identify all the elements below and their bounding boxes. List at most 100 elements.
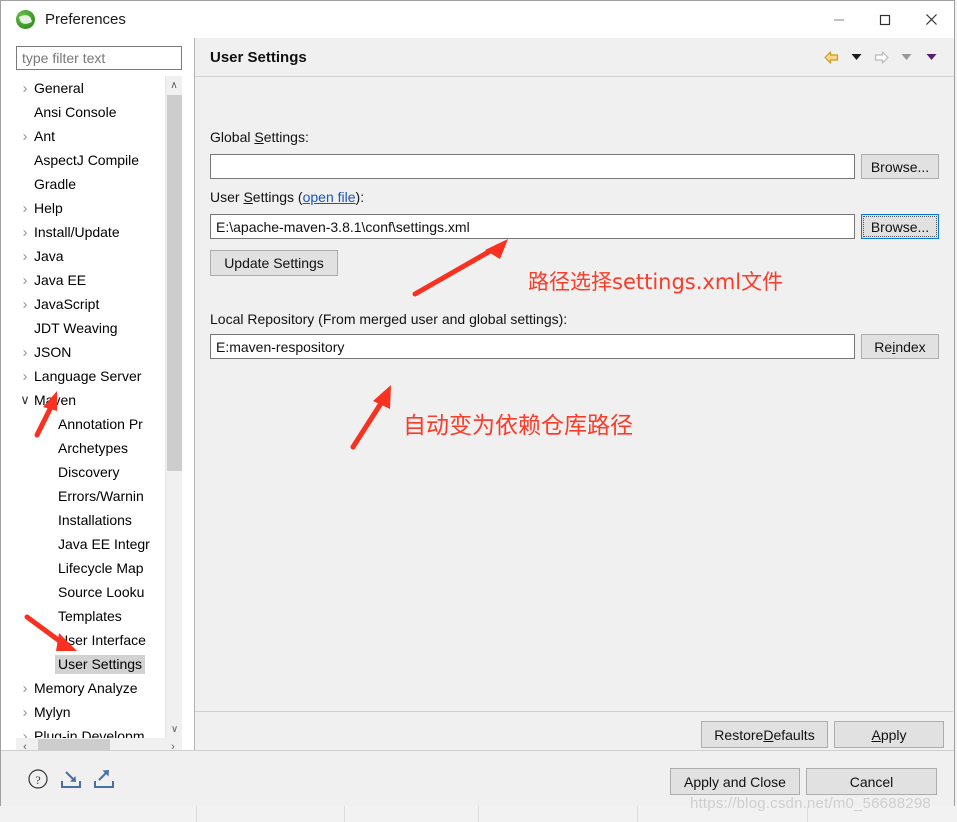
minimize-icon[interactable]	[816, 1, 862, 38]
view-menu-icon[interactable]	[920, 45, 942, 69]
local-repository-label: Local Repository (From merged user and g…	[210, 311, 568, 327]
chevron-right-icon[interactable]: ›	[16, 272, 34, 289]
sidebar-item-aspectj-compile[interactable]: AspectJ Compile	[16, 148, 165, 172]
chevron-right-icon[interactable]: ›	[16, 128, 34, 145]
chevron-right-icon[interactable]: ›	[16, 200, 34, 217]
sidebar-item-jdt-weaving[interactable]: JDT Weaving	[16, 316, 165, 340]
export-icon[interactable]	[91, 766, 117, 792]
update-settings-button[interactable]: Update Settings	[210, 250, 338, 276]
sidebar-item-lifecycle-map[interactable]: Lifecycle Map	[16, 556, 165, 580]
apply-and-close-button[interactable]: Apply and Close	[670, 768, 800, 795]
sidebar-item-label: Annotation Pr	[58, 416, 143, 432]
user-settings-label: User Settings (open file):	[210, 189, 365, 205]
sidebar-item-json[interactable]: › JSON	[16, 340, 165, 364]
chevron-right-icon[interactable]: ›	[16, 704, 34, 721]
sidebar-item-maven[interactable]: ∨ Maven	[16, 388, 165, 412]
sidebar-item-install-update[interactable]: › Install/Update	[16, 220, 165, 244]
sidebar-item-label: AspectJ Compile	[34, 152, 140, 168]
sidebar-item-discovery[interactable]: Discovery	[16, 460, 165, 484]
sidebar-item-label: JDT Weaving	[34, 320, 118, 336]
chevron-right-icon[interactable]: ›	[16, 368, 34, 385]
sidebar-item-label: Memory Analyze	[34, 680, 138, 696]
sidebar-item-label: Help	[34, 200, 63, 216]
import-icon[interactable]	[58, 766, 84, 792]
sidebar-item-java-ee-integr[interactable]: Java EE Integr	[16, 532, 165, 556]
page-action-buttons: Restore Defaults Apply	[195, 712, 953, 750]
sidebar-item-label: Plug-in Developm	[34, 728, 145, 738]
sidebar-item-label: Errors/Warnin	[58, 488, 144, 504]
reindex-button[interactable]: Re i ndex	[861, 334, 939, 359]
filter-placeholder: type filter text	[22, 50, 106, 66]
title-bar: Preferences	[1, 1, 954, 38]
sidebar-item-installations[interactable]: Installations	[16, 508, 165, 532]
global-settings-input[interactable]	[210, 154, 855, 179]
apply-button[interactable]: Apply	[834, 721, 944, 748]
user-settings-browse-button[interactable]: Browse...	[861, 214, 939, 239]
sidebar-item-label: JavaScript	[34, 296, 100, 312]
sidebar-item-label: Java EE	[34, 272, 87, 288]
watermark: https://blog.csdn.net/m0_56688298	[690, 795, 931, 812]
back-arrow-icon[interactable]	[820, 45, 842, 69]
filter-input[interactable]: type filter text	[16, 46, 182, 70]
chevron-right-icon[interactable]: ›	[16, 344, 34, 361]
sidebar-item-label: Gradle	[34, 176, 77, 192]
help-icon[interactable]: ?	[25, 766, 51, 792]
vscroll-thumb[interactable]	[167, 95, 182, 471]
sidebar-item-general[interactable]: › General	[16, 76, 165, 100]
chevron-right-icon[interactable]: ›	[16, 80, 34, 97]
sidebar-item-help[interactable]: › Help	[16, 196, 165, 220]
sidebar-item-java[interactable]: › Java	[16, 244, 165, 268]
cancel-button[interactable]: Cancel	[806, 768, 937, 795]
sidebar-item-label: Templates	[58, 608, 122, 624]
forward-arrow-icon	[870, 45, 892, 69]
maximize-icon[interactable]	[862, 1, 908, 38]
sidebar-item-label: User Interface	[58, 632, 146, 648]
tree-list[interactable]: › General Ansi Console › Ant AspectJ Compile G…	[16, 76, 165, 738]
chevron-right-icon[interactable]: ›	[16, 248, 34, 265]
chevron-right-icon[interactable]: ›	[16, 224, 34, 241]
chevron-right-icon[interactable]: ›	[16, 728, 34, 739]
chevron-down-icon[interactable]: ∨	[16, 392, 34, 408]
sidebar-item-source-looku[interactable]: Source Looku	[16, 580, 165, 604]
sidebar-item-java-ee[interactable]: › Java EE	[16, 268, 165, 292]
global-settings-browse-button[interactable]: Browse...	[861, 154, 939, 179]
navigation-icons	[820, 38, 942, 76]
preferences-dialog: Preferences type filter text › General Ans…	[0, 0, 955, 806]
local-repository-input[interactable]: E:maven-respository	[210, 334, 855, 359]
window-controls	[816, 1, 954, 38]
sidebar-item-errors-warnin[interactable]: Errors/Warnin	[16, 484, 165, 508]
sidebar-item-archetypes[interactable]: Archetypes	[16, 436, 165, 460]
content-panel: User Settings Global Settings: Browse...…	[194, 38, 954, 750]
open-file-link[interactable]: open file	[303, 189, 356, 205]
content-header: User Settings	[195, 38, 954, 77]
sidebar-item-templates[interactable]: Templates	[16, 604, 165, 628]
sidebar-item-label: JSON	[34, 344, 72, 360]
sidebar-item-gradle[interactable]: Gradle	[16, 172, 165, 196]
chevron-right-icon[interactable]: ›	[16, 680, 34, 697]
close-icon[interactable]	[908, 1, 954, 38]
sidebar-item-language-server[interactable]: › Language Server	[16, 364, 165, 388]
scroll-up-icon[interactable]: ∧	[166, 76, 182, 94]
svg-text:?: ?	[35, 773, 40, 787]
sidebar-item-user-interface[interactable]: User Interface	[16, 628, 165, 652]
chevron-right-icon[interactable]: ›	[16, 296, 34, 313]
scroll-down-icon[interactable]: ∨	[166, 720, 183, 738]
user-settings-input[interactable]: E:\apache-maven-3.8.1\conf\settings.xml	[210, 214, 855, 239]
sidebar-item-javascript[interactable]: › JavaScript	[16, 292, 165, 316]
sidebar-item-label: Java	[34, 248, 64, 264]
sidebar-item-user-settings[interactable]: User Settings	[16, 652, 165, 676]
sidebar-item-annotation-pr[interactable]: Annotation Pr	[16, 412, 165, 436]
sidebar-item-label: User Settings	[55, 654, 146, 674]
sidebar-item-ant[interactable]: › Ant	[16, 124, 165, 148]
tree-vertical-scrollbar[interactable]: ∧ ∨	[165, 76, 182, 738]
page-title: User Settings	[210, 48, 307, 66]
sidebar-item-label: Source Looku	[58, 584, 145, 600]
window-title: Preferences	[45, 11, 126, 28]
back-dropdown-icon[interactable]	[845, 45, 867, 69]
sidebar-item-plug-in-developm[interactable]: › Plug-in Developm	[16, 724, 165, 739]
restore-defaults-button[interactable]: Restore Defaults	[701, 721, 828, 748]
sidebar-item-ansi-console[interactable]: Ansi Console	[16, 100, 165, 124]
sidebar-item-memory-analyze[interactable]: › Memory Analyze	[16, 676, 165, 700]
local-repository-value: E:maven-respository	[216, 338, 345, 355]
sidebar-item-mylyn[interactable]: › Mylyn	[16, 700, 165, 724]
